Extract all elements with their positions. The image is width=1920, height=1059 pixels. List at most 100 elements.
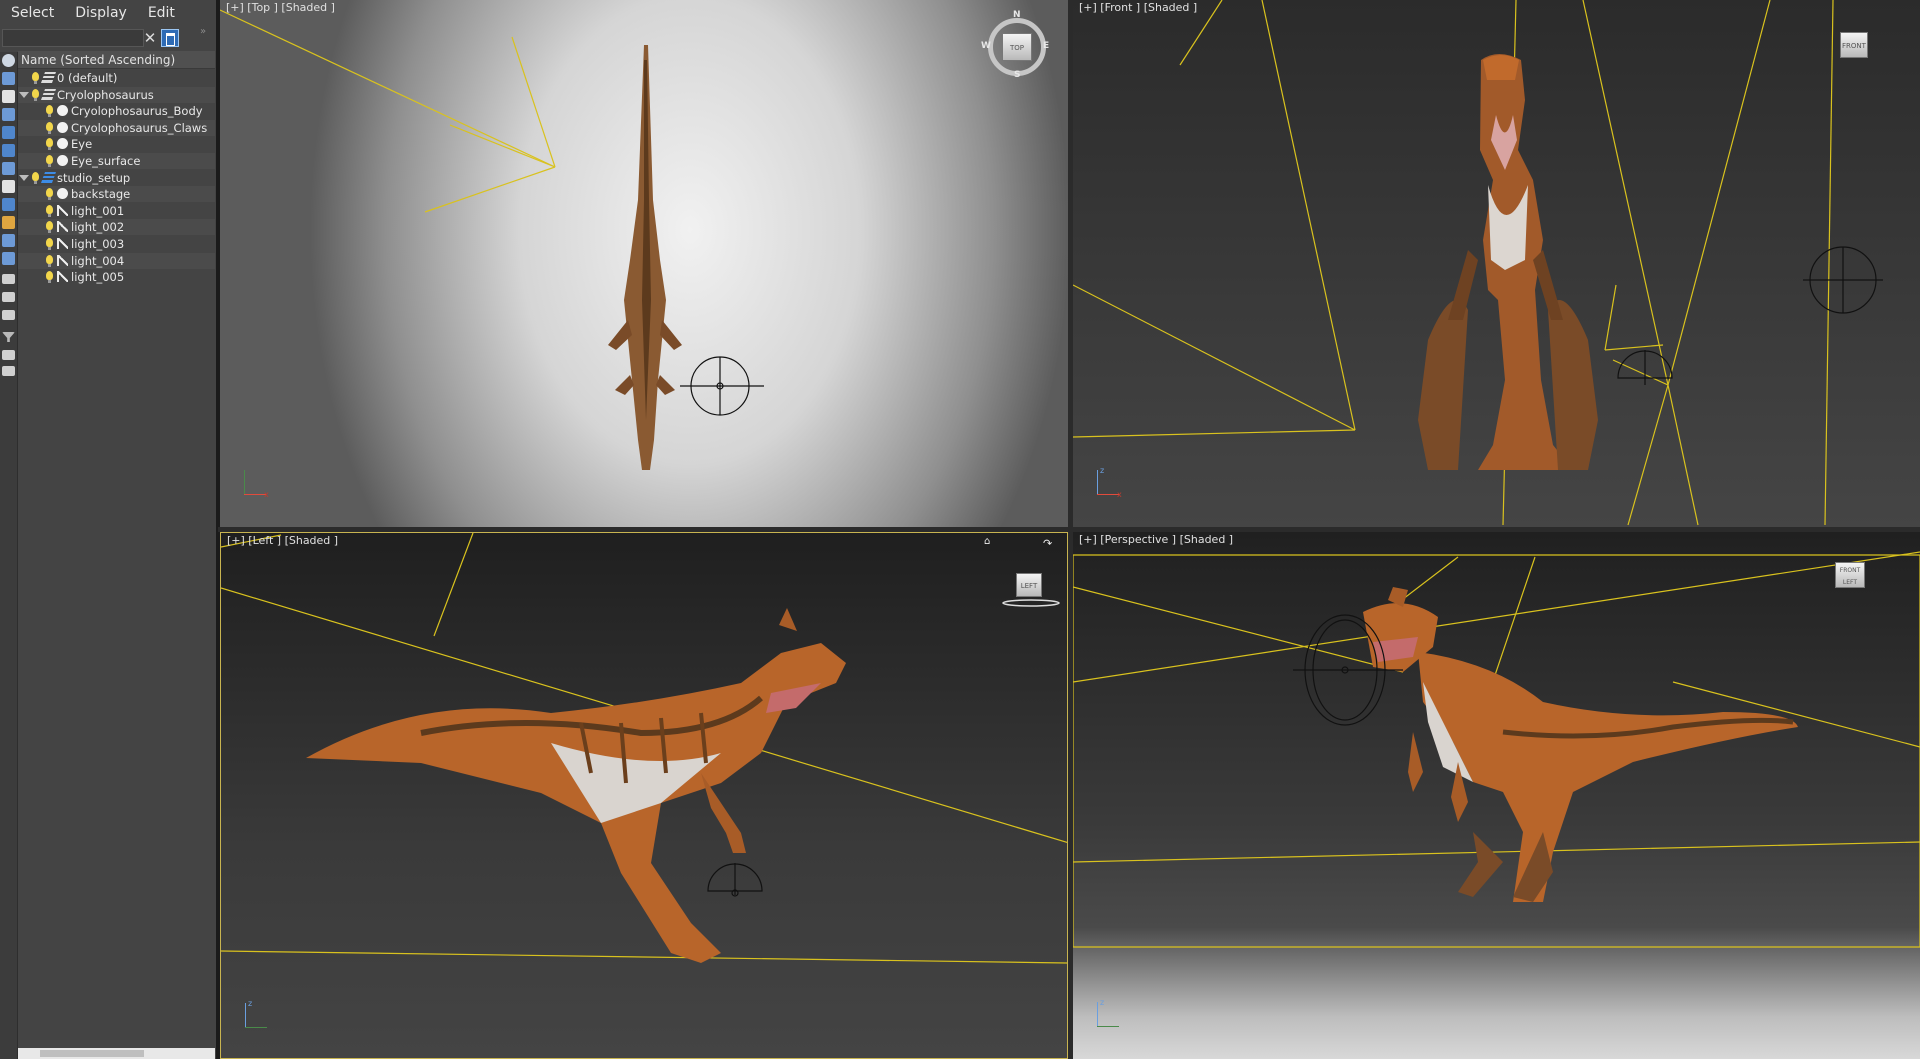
display-shapes-icon[interactable] [2,72,15,85]
viewport-left-label[interactable]: [+] [Left ] [Shaded ] [227,534,338,547]
viewport-left[interactable]: [+] [Left ] [Shaded ] LEFT ⌂ ↷ z [220,532,1068,1059]
visibility-bulb-icon[interactable] [46,271,53,284]
tree-column-header[interactable]: Name (Sorted Ascending) [18,51,215,69]
viewport-perspective[interactable]: [+] [Perspective ] [Shaded ] FRONT LEFT … [1073,532,1920,1059]
viewcube-ring[interactable] [1001,598,1061,608]
top-view-scene [220,9,764,470]
layer-manager-icon[interactable] [2,366,15,376]
display-all-icon[interactable] [2,274,15,284]
display-invert-icon[interactable] [2,310,15,320]
display-xrefs-icon[interactable] [2,180,15,193]
tree-row[interactable]: Cryolophosaurus [18,86,215,103]
viewcube[interactable]: TOP [1002,33,1032,61]
tree-row[interactable]: light_002 [18,219,215,236]
tree-item-label: Eye [71,137,93,152]
explorer-toolbar [0,52,18,1059]
target-crosshair [680,356,764,416]
orbit-arrow-icon[interactable]: ↷ [1043,537,1052,550]
tree-item-label: backstage [71,187,131,202]
visibility-bulb-icon[interactable] [46,188,53,201]
visibility-bulb-icon[interactable] [46,221,53,234]
display-none-icon[interactable] [2,292,15,302]
geometry-icon [57,138,68,150]
compass-east[interactable]: E [1043,41,1049,51]
tree-item-label: Cryolophosaurus [57,87,154,102]
geometry-icon [57,188,68,200]
viewport-front-label[interactable]: [+] [Front ] [Shaded ] [1079,1,1197,14]
display-lights-icon[interactable] [2,90,15,103]
display-hidden-icon[interactable] [2,252,15,265]
viewport-top-label[interactable]: [+] [Top ] [Shaded ] [226,1,335,14]
layer-icon [40,72,57,83]
compass-north[interactable]: N [1013,10,1021,20]
viewport-top[interactable]: [+] [Top ] [Shaded ] TOP N S E W x [220,0,1068,527]
visibility-bulb-icon[interactable] [46,155,53,167]
viewcube[interactable]: FRONT LEFT [1835,562,1865,588]
menu-edit[interactable]: Edit [137,0,185,26]
tree-row[interactable]: Cryolophosaurus_Claws [18,119,215,136]
compass-west[interactable]: W [981,41,991,51]
geometry-icon [57,155,68,166]
compass-south[interactable]: S [1014,70,1020,80]
visibility-bulb-icon[interactable] [32,171,39,184]
scrollbar-thumb[interactable] [40,1050,144,1057]
light-icon [57,271,68,283]
expand-toggle-icon[interactable] [19,174,29,181]
scene-tree: Name (Sorted Ascending) 0 (default) Cryol… [18,51,215,1051]
expand-toggle-icon[interactable] [19,91,29,98]
home-icon[interactable]: ⌂ [984,536,990,547]
visibility-bulb-icon[interactable] [32,88,39,101]
clear-search-icon[interactable]: ✕ [142,29,158,47]
display-frozen-icon[interactable] [2,234,15,247]
tree-row[interactable]: Eye_surface [18,153,215,169]
tree-row[interactable]: Cryolophosaurus_Body [18,103,215,119]
axis-tripod: x [242,470,272,500]
light-icon [57,221,68,233]
menu-display[interactable]: Display [64,0,137,26]
display-groups-icon[interactable] [2,162,15,175]
visibility-bulb-icon[interactable] [46,138,53,151]
display-bones-icon[interactable] [2,198,15,211]
filter-icon[interactable] [2,332,15,342]
dinosaur-top-view [608,45,682,470]
geometry-icon [57,105,68,117]
viewcube[interactable]: LEFT [1016,573,1042,597]
tree-row[interactable]: light_004 [18,252,215,269]
tree-item-label: light_002 [71,220,125,235]
display-geometry-icon[interactable] [2,54,15,67]
dinosaur-front-view [1418,54,1598,470]
horizontal-scrollbar[interactable] [18,1048,215,1059]
layer-blue-icon [40,171,57,183]
viewport-front[interactable]: [+] [Front ] [Shaded ] FRONT z x [1073,0,1920,527]
tree-row[interactable]: backstage [18,186,215,203]
search-row: ✕ [0,27,216,49]
tree-row[interactable]: studio_setup [18,170,215,186]
tree-item-label: light_005 [71,270,125,285]
visibility-bulb-icon[interactable] [46,105,53,118]
scene-explorer-panel: Select Display Edit » ✕ Name (Sorted Asc… [0,0,216,1059]
viewport-perspective-label[interactable]: [+] [Perspective ] [Shaded ] [1079,533,1233,546]
find-button[interactable] [161,29,179,47]
light-icon [57,204,68,216]
perspective-view-scene [1073,551,1920,948]
tree-row[interactable]: 0 (default) [18,70,215,86]
menu-select[interactable]: Select [0,0,64,26]
light-icon [57,254,68,266]
tree-row[interactable]: light_005 [18,269,215,285]
viewcube[interactable]: FRONT [1840,32,1868,58]
display-helpers-icon[interactable] [2,126,15,139]
visibility-bulb-icon[interactable] [46,254,53,267]
tree-row[interactable]: light_003 [18,236,215,252]
display-cameras-icon[interactable] [2,108,15,121]
visibility-bulb-icon[interactable] [46,121,53,134]
dinosaur-side-view [306,608,846,963]
visibility-bulb-icon[interactable] [46,238,53,250]
display-spacewarps-icon[interactable] [2,144,15,157]
search-input[interactable] [2,29,144,47]
visibility-bulb-icon[interactable] [32,72,39,84]
tree-row[interactable]: light_001 [18,203,215,219]
visibility-bulb-icon[interactable] [46,204,53,217]
tree-row[interactable]: Eye [18,136,215,152]
hierarchy-icon[interactable] [2,350,15,360]
display-containers-icon[interactable] [2,216,15,229]
